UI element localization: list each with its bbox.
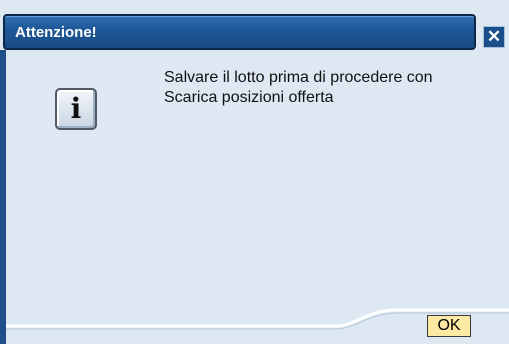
message-line: Salvare il lotto prima di procedere con bbox=[164, 69, 433, 86]
dialog-message: Salvare il lotto prima di procedere con … bbox=[164, 68, 504, 108]
message-line: Scarica posizioni offerta bbox=[164, 89, 334, 106]
dialog-titlebar: Attenzione! bbox=[3, 14, 476, 50]
info-icon: i bbox=[55, 88, 97, 130]
close-icon: ✕ bbox=[486, 27, 502, 46]
close-button[interactable]: ✕ bbox=[483, 26, 505, 48]
info-icon-glyph: i bbox=[70, 92, 82, 125]
alert-dialog: Attenzione! ✕ i Salvare il lotto prima d… bbox=[0, 0, 509, 344]
dialog-title: Attenzione! bbox=[15, 24, 97, 41]
ok-button[interactable]: OK bbox=[427, 315, 471, 337]
